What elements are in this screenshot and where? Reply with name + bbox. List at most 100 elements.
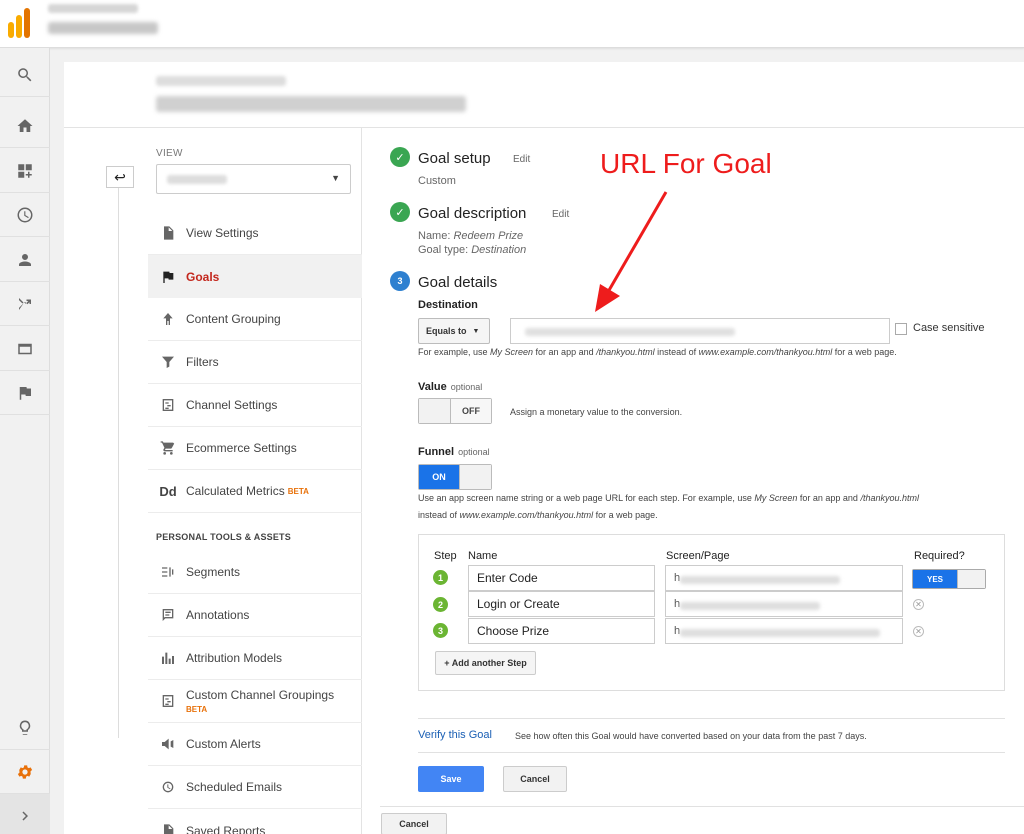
step-number-badge: 1 — [433, 570, 448, 585]
nav-item-segments[interactable]: Segments — [148, 551, 362, 594]
value-toggle[interactable]: OFF — [418, 398, 492, 424]
home-icon[interactable] — [0, 104, 50, 148]
nav-item-scheduled-emails[interactable]: Scheduled Emails — [148, 766, 362, 809]
nav-label: Content Grouping — [186, 312, 281, 326]
breadcrumb-blurred — [156, 76, 286, 86]
add-another-step-button[interactable]: + Add another Step — [435, 651, 536, 675]
goal-description-edit-link[interactable]: Edit — [552, 209, 569, 220]
required-toggle-state: YES — [913, 570, 957, 588]
case-sensitive-checkbox[interactable] — [895, 323, 907, 335]
view-selector[interactable]: ▼ — [156, 164, 351, 194]
nav-label: Custom Alerts — [186, 737, 261, 751]
acquisition-icon[interactable] — [0, 282, 50, 326]
nav-item-goals[interactable]: Goals — [148, 255, 362, 298]
step-name-input[interactable]: Choose Prize — [468, 618, 655, 644]
behavior-icon[interactable] — [0, 327, 50, 371]
clock-icon — [150, 779, 186, 795]
nav-label: Annotations — [186, 608, 250, 622]
cancel-button[interactable]: Cancel — [503, 766, 567, 792]
nav-item-calculated-metrics[interactable]: Dd Calculated Metrics BETA — [148, 470, 362, 513]
col-header-step: Step — [434, 550, 457, 562]
divider — [418, 718, 1005, 719]
beta-badge: BETA — [186, 705, 208, 714]
step-screen-input[interactable]: h — [665, 591, 903, 617]
left-rail — [0, 48, 50, 834]
funnel-help: Use an app screen name string or a web p… — [418, 493, 919, 520]
lightbulb-icon[interactable] — [0, 706, 50, 750]
nav-item-custom-alerts[interactable]: Custom Alerts — [148, 723, 362, 766]
nav-label: Goals — [186, 269, 220, 284]
col-header-required: Required? — [914, 550, 965, 562]
step-screen-input[interactable]: h — [665, 618, 903, 644]
nav-item-ecommerce-settings[interactable]: Ecommerce Settings — [148, 427, 362, 470]
channel-icon — [150, 693, 186, 709]
destination-url-input[interactable] — [510, 318, 890, 344]
search-icon[interactable] — [0, 53, 50, 97]
step-name-input[interactable]: Enter Code — [468, 565, 655, 591]
nav-label: Calculated Metrics — [186, 484, 285, 498]
nav-item-filters[interactable]: Filters — [148, 341, 362, 384]
property-selector-blurred[interactable] — [48, 22, 158, 34]
goal-name: Name: Redeem Prize — [418, 230, 524, 242]
nav-item-channel-settings[interactable]: Channel Settings — [148, 384, 362, 427]
dd-icon: Dd — [159, 483, 177, 499]
nav-label: View Settings — [186, 226, 259, 240]
case-sensitive-label: Case sensitive — [913, 322, 985, 334]
document-icon — [150, 225, 186, 241]
goal-setup-title: Goal setup — [418, 150, 491, 167]
verify-goal-link[interactable]: Verify this Goal — [418, 729, 492, 741]
top-bar — [0, 0, 1024, 48]
nav-label: Channel Settings — [186, 398, 278, 412]
required-toggle[interactable]: YES — [912, 569, 986, 589]
megaphone-icon — [150, 736, 186, 752]
annotation-arrow-icon — [595, 191, 668, 312]
segments-icon — [150, 564, 186, 580]
nav-item-custom-channel-groupings[interactable]: Custom Channel Groupings BETA — [148, 680, 362, 723]
beta-badge: BETA — [287, 486, 309, 496]
step-number-badge: 3 — [390, 271, 410, 291]
step-number-badge: 3 — [433, 623, 448, 638]
person-icon[interactable] — [0, 238, 50, 282]
col-header-name: Name — [468, 550, 498, 562]
expand-chevron-icon[interactable] — [0, 794, 50, 834]
checkmark-icon: ✓ — [390, 147, 410, 167]
dashboard-icon[interactable] — [0, 149, 50, 193]
nav-item-view-settings[interactable]: View Settings — [148, 212, 362, 255]
match-type-dropdown[interactable]: Equals to ▼ — [418, 318, 490, 344]
nav-label: Filters — [186, 355, 219, 369]
back-arrow-button[interactable]: ↩ — [106, 166, 134, 188]
value-label: Value optional — [418, 381, 483, 393]
page-header — [64, 62, 1024, 128]
flag-icon[interactable] — [0, 371, 50, 415]
clock-icon[interactable] — [0, 193, 50, 237]
step-number-badge: 2 — [433, 597, 448, 612]
nav-item-attribution-models[interactable]: Attribution Models — [148, 637, 362, 680]
funnel-toggle[interactable]: ON — [418, 464, 492, 490]
match-type-value: Equals to — [426, 326, 467, 336]
analytics-logo[interactable] — [8, 8, 30, 38]
step-screen-input[interactable]: h — [665, 565, 903, 591]
nav-item-saved-reports[interactable]: Saved Reports — [148, 809, 362, 834]
remove-step-icon[interactable]: ✕ — [913, 626, 924, 637]
person-walk-icon — [150, 311, 186, 327]
admin-gear-icon[interactable] — [0, 750, 50, 794]
goal-type: Goal type: Destination — [418, 244, 527, 256]
goal-setup-edit-link[interactable]: Edit — [513, 154, 530, 165]
page-title-blurred — [156, 96, 466, 112]
col-header-screen: Screen/Page — [666, 550, 730, 562]
cancel-outer-button[interactable]: Cancel — [381, 813, 447, 834]
destination-help: For example, use My Screen for an app an… — [418, 347, 897, 357]
save-button[interactable]: Save — [418, 766, 484, 792]
comment-icon — [150, 607, 186, 623]
nav-item-annotations[interactable]: Annotations — [148, 594, 362, 637]
destination-label: Destination — [418, 299, 478, 311]
remove-step-icon[interactable]: ✕ — [913, 599, 924, 610]
nav-item-content-grouping[interactable]: Content Grouping — [148, 298, 362, 341]
step-name-input[interactable]: Login or Create — [468, 591, 655, 617]
account-name-blurred — [48, 4, 138, 13]
filter-icon — [150, 354, 186, 370]
goal-setup-value: Custom — [418, 175, 456, 187]
flag-icon — [150, 269, 186, 285]
checkmark-icon: ✓ — [390, 202, 410, 222]
view-nav: VIEW ▼ View Settings Goals Content Group… — [148, 128, 362, 834]
